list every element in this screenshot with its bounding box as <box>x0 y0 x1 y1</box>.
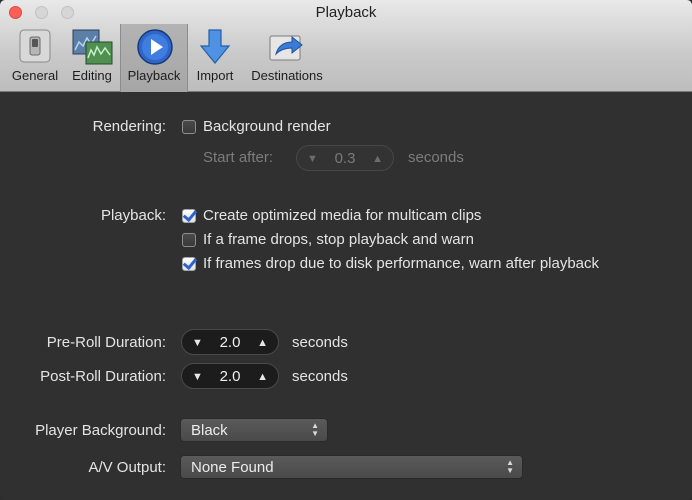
optimized-media-checkbox[interactable] <box>182 209 196 223</box>
share-icon <box>269 35 303 61</box>
av-output-popup[interactable]: None Found ▲ ▼ <box>180 455 523 479</box>
player-background-popup[interactable]: Black ▲ ▼ <box>180 418 328 442</box>
play-icon <box>137 29 173 65</box>
tab-playback-label: Playback <box>127 68 181 83</box>
optimized-media-label: Create optimized media for multicam clip… <box>203 207 482 224</box>
preferences-window: Playback General Editing Playback Import… <box>0 0 692 500</box>
disk-performance-warn-label: If frames drop due to disk performance, … <box>203 255 600 272</box>
stepper-up-arrow[interactable]: ▲ <box>257 371 268 383</box>
background-render-checkbox[interactable] <box>182 120 196 134</box>
av-output-label: A/V Output: <box>88 459 166 476</box>
tab-import[interactable]: Import <box>190 24 240 92</box>
player-background-value: Black <box>191 422 228 439</box>
window-title: Playback <box>315 4 377 21</box>
tab-destinations-label: Destinations <box>251 68 323 83</box>
frame-drop-stop-checkbox[interactable] <box>182 233 196 247</box>
background-render-label: Background render <box>203 118 331 135</box>
popup-chevron-icon: ▲ ▼ <box>506 458 514 475</box>
tab-destinations[interactable]: Destinations <box>242 24 332 92</box>
playback-label: Playback: <box>100 207 166 224</box>
start-after-unit: seconds <box>408 149 464 166</box>
tab-general[interactable]: General <box>6 24 64 92</box>
disk-performance-warn-checkbox[interactable] <box>182 257 196 271</box>
frame-drop-stop-label: If a frame drops, stop playback and warn <box>203 231 474 248</box>
tab-import-label: Import <box>196 68 234 83</box>
titlebar-toolbar: Playback General Editing Playback Import… <box>0 0 692 92</box>
pre-roll-unit: seconds <box>292 334 348 351</box>
timeline-icon <box>72 29 113 65</box>
pre-roll-stepper[interactable]: ▼ 2.0 ▲ <box>181 329 279 355</box>
tab-general-label: General <box>11 68 59 83</box>
post-roll-stepper[interactable]: ▼ 2.0 ▲ <box>181 363 279 389</box>
pre-roll-label: Pre-Roll Duration: <box>46 334 166 351</box>
popup-chevron-icon: ▲ ▼ <box>311 421 319 438</box>
rendering-label: Rendering: <box>92 118 166 135</box>
stepper-up-arrow[interactable]: ▲ <box>257 337 268 349</box>
post-roll-label: Post-Roll Duration: <box>40 368 166 385</box>
switch-icon <box>19 29 51 63</box>
tab-editing-label: Editing <box>72 68 112 83</box>
tab-playback[interactable]: Playback <box>120 24 188 92</box>
stepper-up-arrow[interactable]: ▲ <box>372 153 383 165</box>
av-output-value: None Found <box>191 459 274 476</box>
start-after-label: Start after: <box>203 149 274 166</box>
post-roll-unit: seconds <box>292 368 348 385</box>
import-arrow-icon <box>199 29 231 64</box>
player-background-label: Player Background: <box>35 422 166 439</box>
tab-editing[interactable]: Editing <box>66 24 118 92</box>
start-after-stepper[interactable]: ▼ 0.3 ▲ <box>296 145 394 171</box>
